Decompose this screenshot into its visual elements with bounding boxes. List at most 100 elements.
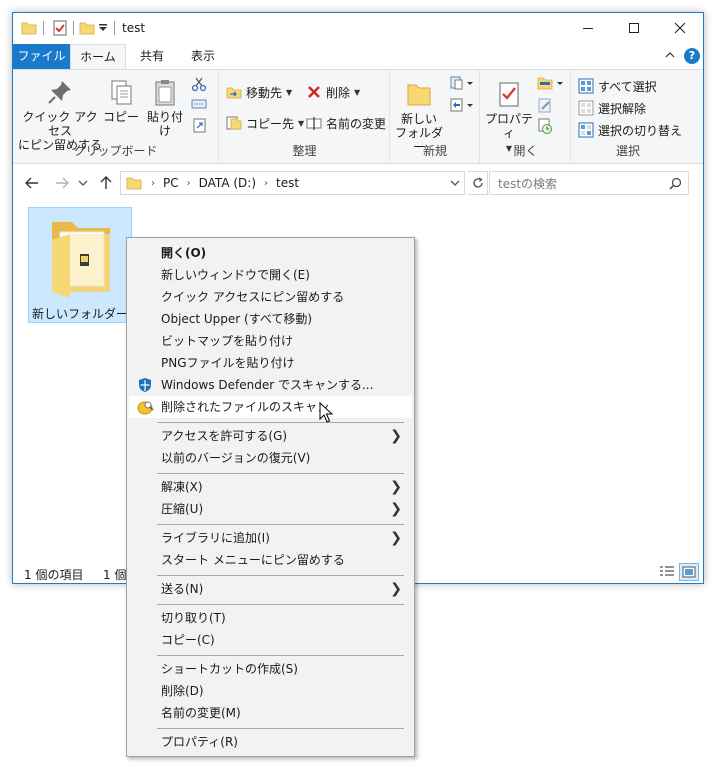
search-input[interactable]: testの検索 — [489, 171, 689, 195]
close-button[interactable] — [657, 13, 703, 43]
menu-separator — [157, 604, 404, 605]
pin-quick-access-button[interactable]: クイック アクセス にピン留めする — [17, 78, 103, 152]
menu-item-defender-scan[interactable]: Windows Defender でスキャンする... — [129, 374, 412, 396]
qat-separator — [73, 21, 74, 35]
breadcrumb-pc[interactable]: PC — [163, 176, 179, 190]
menu-item-restore-previous[interactable]: 以前のバージョンの復元(V) — [129, 447, 412, 469]
edit-icon[interactable] — [537, 97, 553, 113]
rename-button[interactable]: 名前の変更 — [306, 112, 386, 134]
address-dropdown-icon[interactable] — [450, 176, 460, 190]
forward-arrow-icon — [56, 177, 69, 189]
open-with-icon[interactable] — [537, 75, 565, 91]
menu-item-give-access[interactable]: アクセスを許可する(G) ❯ — [129, 425, 412, 447]
menu-item-compress[interactable]: 圧縮(U) ❯ — [129, 498, 412, 520]
menu-item-pin-quick-access[interactable]: クイック アクセスにピン留めする — [129, 286, 412, 308]
ribbon-tabs: ファイル ホーム 共有 表示 ? — [13, 44, 703, 70]
menu-item-extract[interactable]: 解凍(X) ❯ — [129, 476, 412, 498]
refresh-button[interactable] — [468, 171, 488, 195]
menu-item-scan-deleted[interactable]: 削除されたファイルのスキャン — [129, 396, 412, 418]
address-box[interactable]: › PC › DATA (D:) › test — [120, 171, 465, 195]
menu-separator — [157, 524, 404, 525]
tab-file[interactable]: ファイル — [13, 44, 70, 69]
move-to-icon — [226, 87, 242, 99]
submenu-arrow-icon: ❯ — [390, 530, 402, 546]
menu-item-send-to[interactable]: 送る(N) ❯ — [129, 578, 412, 600]
recent-locations-button[interactable] — [77, 174, 89, 192]
delete-button[interactable]: 削除 ▼ — [306, 81, 360, 103]
copy-button[interactable]: コピー — [103, 78, 139, 124]
select-none-button[interactable]: 選択解除 — [578, 97, 646, 119]
menu-item-properties[interactable]: プロパティ(R) — [129, 731, 412, 753]
breadcrumb-drive[interactable]: DATA (D:) — [199, 176, 256, 190]
menu-separator — [157, 728, 404, 729]
new-item-icon[interactable] — [449, 75, 475, 91]
defender-scan-label: Windows Defender でスキャンする... — [161, 378, 374, 392]
maximize-button[interactable] — [611, 13, 657, 43]
menu-item-object-upper[interactable]: Object Upper (すべて移動) — [129, 308, 412, 330]
breadcrumb-test[interactable]: test — [276, 176, 299, 190]
tab-view[interactable]: 表示 — [178, 44, 228, 69]
move-to-caret: ▼ — [286, 87, 293, 97]
pin-icon — [48, 81, 71, 104]
menu-separator — [157, 575, 404, 576]
organize-group-label: 整理 — [292, 144, 317, 158]
copy-to-button[interactable]: コピー先 ▼ — [226, 112, 304, 134]
menu-item-copy[interactable]: コピー(C) — [129, 629, 412, 651]
recovery-scan-icon — [137, 401, 154, 415]
menu-item-cut[interactable]: 切り取り(T) — [129, 607, 412, 629]
invert-selection-button[interactable]: 選択の切り替え — [578, 119, 682, 141]
back-button[interactable] — [23, 174, 41, 192]
breadcrumb-separator-icon[interactable]: › — [187, 178, 191, 189]
properties-check-icon[interactable] — [52, 20, 68, 36]
folder-icon — [126, 177, 142, 190]
search-icon — [669, 177, 682, 190]
easy-access-icon[interactable] — [449, 97, 475, 113]
menu-item-paste-bitmap[interactable]: ビットマップを貼り付け — [129, 330, 412, 352]
delete-icon — [308, 86, 320, 98]
large-icons-view-button[interactable] — [679, 563, 699, 581]
give-access-label: アクセスを許可する(G) — [161, 429, 288, 443]
clipboard-group: クイック アクセス にピン留めする コピー 貼り付け クリップボード — [13, 70, 219, 163]
breadcrumb-separator-icon[interactable]: › — [151, 178, 155, 189]
select-all-label: すべて選択 — [598, 79, 657, 94]
new-folder-icon[interactable] — [79, 20, 95, 36]
forward-button[interactable] — [53, 174, 71, 192]
cut-icon[interactable] — [191, 76, 207, 92]
qat-dropdown-icon[interactable] — [98, 23, 108, 39]
collapse-ribbon-icon[interactable] — [664, 50, 676, 60]
details-view-icon[interactable] — [659, 565, 675, 579]
move-to-button[interactable]: 移動先 ▼ — [226, 81, 292, 103]
new-group-label: 新規 — [422, 144, 447, 158]
menu-item-paste-png[interactable]: PNGファイルを貼り付け — [129, 352, 412, 374]
menu-item-rename[interactable]: 名前の変更(M) — [129, 702, 412, 724]
folder-item[interactable]: 新しいフォルダー — [28, 207, 132, 323]
tab-home[interactable]: ホーム — [70, 44, 126, 70]
breadcrumb-separator-icon[interactable]: › — [264, 178, 268, 189]
paste-label: 貼り付け — [146, 110, 183, 138]
up-button[interactable] — [97, 174, 115, 192]
minimize-button[interactable] — [565, 13, 611, 43]
copy-path-icon[interactable] — [191, 97, 207, 111]
minimize-icon — [583, 28, 593, 29]
close-icon — [674, 22, 686, 34]
paste-button[interactable]: 貼り付け — [143, 78, 187, 138]
menu-item-open[interactable]: 開く(O) — [129, 242, 412, 264]
rename-icon — [306, 117, 322, 130]
menu-item-create-shortcut[interactable]: ショートカットの作成(S) — [129, 658, 412, 680]
submenu-arrow-icon: ❯ — [390, 428, 402, 444]
pin-label-line1: クイック アクセス — [22, 110, 98, 138]
history-icon[interactable] — [537, 118, 553, 134]
window-title: test — [122, 21, 146, 35]
qat-separator — [114, 21, 115, 35]
move-to-label: 移動先 — [246, 85, 283, 100]
menu-item-open-new-window[interactable]: 新しいウィンドウで開く(E) — [129, 264, 412, 286]
help-button[interactable]: ? — [684, 48, 700, 64]
select-all-button[interactable]: すべて選択 — [578, 75, 657, 97]
menu-item-pin-start[interactable]: スタート メニューにピン留めする — [129, 549, 412, 571]
submenu-arrow-icon: ❯ — [390, 501, 402, 517]
large-folder-icon — [52, 222, 110, 298]
menu-item-delete[interactable]: 削除(D) — [129, 680, 412, 702]
tab-share[interactable]: 共有 — [129, 44, 175, 69]
menu-item-add-library[interactable]: ライブラリに追加(I) ❯ — [129, 527, 412, 549]
paste-shortcut-icon[interactable] — [191, 117, 207, 133]
